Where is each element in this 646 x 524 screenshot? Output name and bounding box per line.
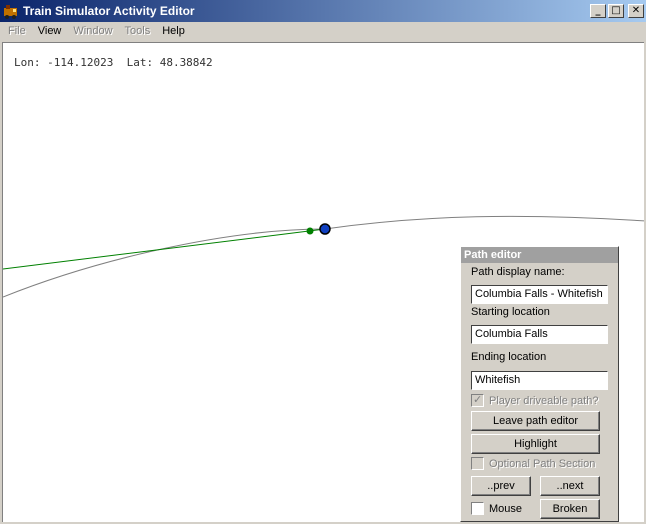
highlight-button[interactable]: Highlight [471,434,600,454]
panel-title[interactable]: Path editor [461,247,618,263]
coordinates-readout: Lon: -114.12023 Lat: 48.38842 [14,56,213,69]
path-editor-panel: Path editor Path display name: Columbia … [460,246,619,522]
window-title: Train Simulator Activity Editor [23,4,195,18]
close-button[interactable]: ✕ [628,4,644,18]
menu-help[interactable]: Help [156,23,191,40]
maximize-button[interactable]: □ [608,4,624,18]
menu-bar: File View Window Tools Help [0,22,646,41]
ending-location-label: Ending location [471,351,547,363]
path-display-name-label: Path display name: [471,266,565,278]
mouse-checkbox[interactable] [471,502,484,515]
starting-location-label: Starting location [471,306,550,318]
leave-path-editor-button[interactable]: Leave path editor [471,411,600,431]
prev-button[interactable]: ..prev [471,476,531,496]
path-display-name-input[interactable]: Columbia Falls - Whitefish [471,285,608,304]
optional-section-checkbox[interactable] [471,457,484,470]
path-line [3,228,326,270]
player-driveable-row: ✓ Player driveable path? [471,393,599,407]
next-button[interactable]: ..next [540,476,600,496]
path-node-marker[interactable] [306,227,314,235]
menu-tools[interactable]: Tools [119,23,157,40]
menu-file[interactable]: File [2,23,32,40]
starting-location-input[interactable]: Columbia Falls [471,325,608,344]
optional-section-row: Optional Path Section [471,457,595,470]
ending-location-input[interactable]: Whitefish [471,371,608,390]
player-driveable-label: Player driveable path? [489,394,599,407]
menu-window[interactable]: Window [67,23,118,40]
broken-button[interactable]: Broken [540,499,600,519]
mouse-row: Mouse [471,502,522,515]
player-driveable-checkbox[interactable]: ✓ [471,393,484,407]
title-bar: Train Simulator Activity Editor _ □ ✕ [0,0,646,22]
app-icon [4,5,17,19]
checkmark-icon: ✓ [473,393,483,406]
mouse-label: Mouse [489,502,523,515]
start-point-marker[interactable] [319,223,331,235]
optional-section-label: Optional Path Section [489,457,596,470]
menu-view[interactable]: View [32,23,68,40]
minimize-button[interactable]: _ [590,4,606,18]
